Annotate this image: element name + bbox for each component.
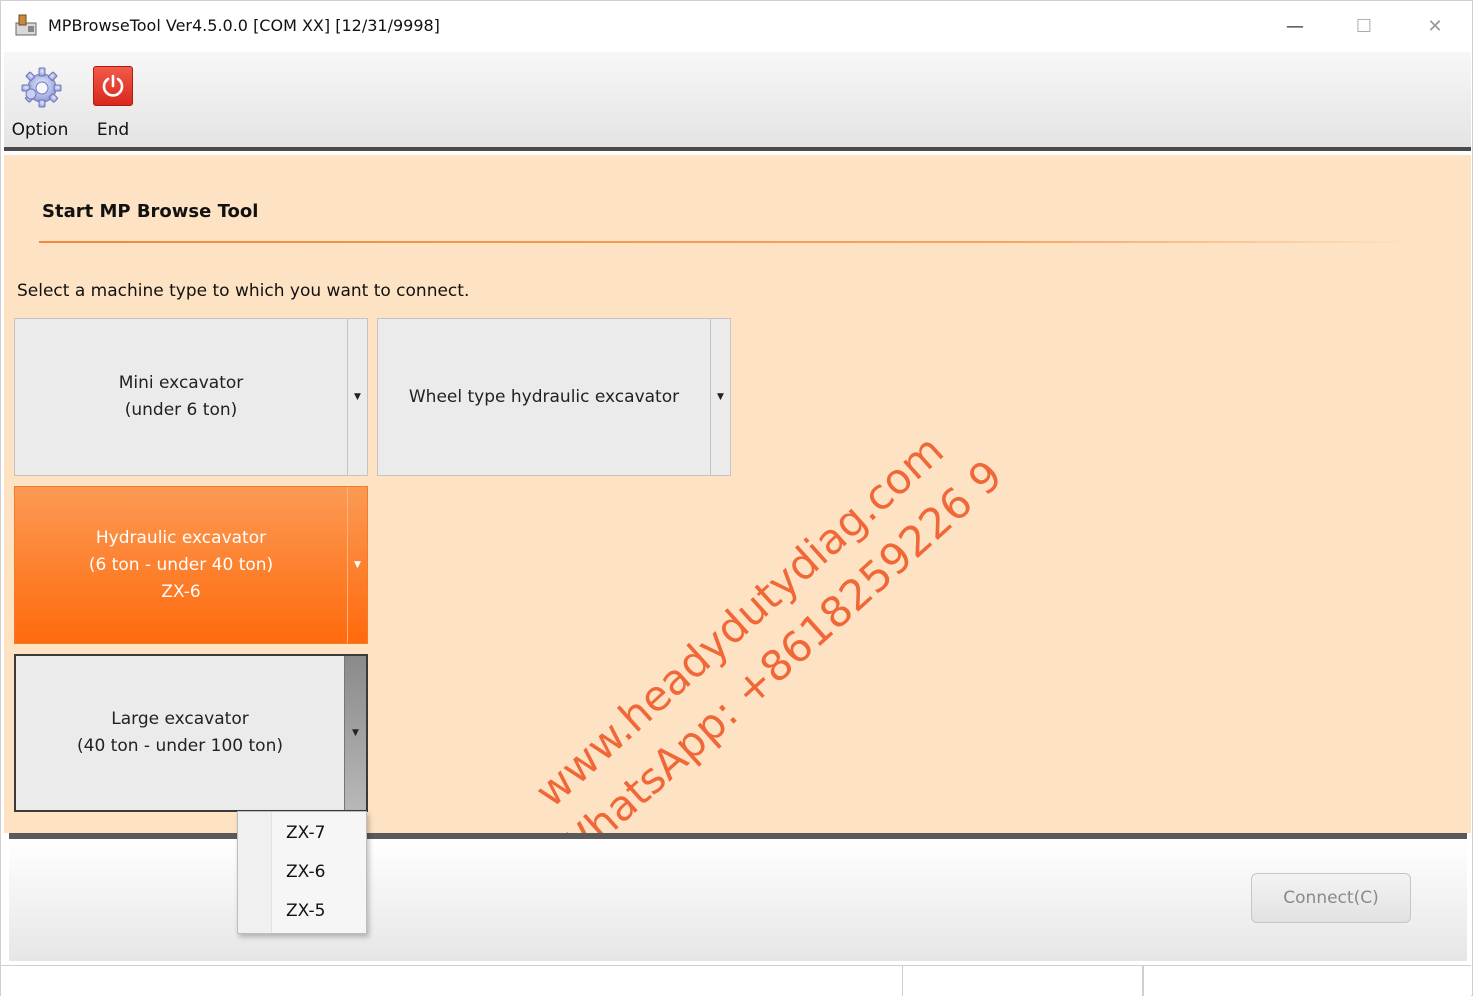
- minimize-button[interactable]: —: [1260, 1, 1330, 51]
- machine-name: Mini excavator: [118, 373, 244, 393]
- machine-name: Hydraulic excavator: [95, 527, 267, 548]
- app-window: MPBrowseTool Ver4.5.0.0 [COM XX] [12/31/…: [0, 0, 1473, 996]
- chevron-down-icon: ▼: [717, 392, 724, 402]
- maximize-icon: ☐: [1355, 15, 1373, 37]
- option-label: Option: [11, 120, 69, 140]
- end-label: End: [96, 120, 130, 140]
- title-divider: [39, 241, 1419, 243]
- machine-label: Large excavator (40 ton - under 100 ton): [16, 656, 344, 810]
- end-icon-wrap: [91, 64, 135, 108]
- connect-button[interactable]: Connect(C): [1251, 873, 1411, 923]
- menu-item-zx-6[interactable]: ZX-6: [286, 862, 325, 882]
- machine-wheel-dropdown-toggle[interactable]: ▼: [710, 319, 730, 475]
- status-cell-middle: [903, 966, 1143, 996]
- main-content: Start MP Browse Tool Select a machine ty…: [4, 155, 1471, 878]
- machine-label: Hydraulic excavator (6 ton - under 40 to…: [15, 487, 347, 643]
- status-cell-main: [1, 966, 903, 996]
- maximize-button[interactable]: ☐: [1329, 1, 1399, 51]
- machine-mini-excavator-button[interactable]: Mini excavator (under 6 ton) ▼: [14, 318, 368, 476]
- menu-item-zx-5[interactable]: ZX-5: [286, 901, 325, 921]
- machine-wheel-excavator-button[interactable]: Wheel type hydraulic excavator ▼: [377, 318, 731, 476]
- instruction-text: Select a machine type to which you want …: [17, 281, 470, 301]
- chevron-down-icon: ▼: [354, 392, 361, 402]
- machine-mini-dropdown-toggle[interactable]: ▼: [347, 319, 367, 475]
- menu-item-zx-7[interactable]: ZX-7: [286, 823, 325, 843]
- status-bar: [1, 965, 1471, 996]
- close-icon: ✕: [1427, 15, 1443, 37]
- model-dropdown-menu: ZX-7 ZX-6 ZX-5: [237, 811, 367, 934]
- option-button[interactable]: Option: [7, 52, 73, 147]
- machine-label: Wheel type hydraulic excavator: [378, 319, 710, 475]
- machine-hydraulic-dropdown-toggle[interactable]: ▼: [347, 487, 367, 643]
- chevron-down-icon: ▼: [354, 560, 361, 570]
- app-icon: [14, 13, 38, 37]
- machine-name: Large excavator: [111, 709, 249, 729]
- bottom-panel: Connect(C): [9, 833, 1467, 961]
- machine-range: (40 ton - under 100 ton): [77, 736, 283, 756]
- machine-name: Wheel type hydraulic excavator: [408, 386, 680, 407]
- gear-icon: [18, 64, 62, 108]
- machine-range: (6 ton - under 40 ton): [88, 554, 274, 575]
- minimize-icon: —: [1286, 15, 1304, 37]
- machine-hydraulic-excavator-button[interactable]: Hydraulic excavator (6 ton - under 40 to…: [14, 486, 368, 644]
- page-title: Start MP Browse Tool: [42, 201, 259, 222]
- chevron-down-icon: ▼: [352, 728, 359, 738]
- menu-gutter: [238, 812, 272, 933]
- end-button[interactable]: End: [86, 52, 140, 147]
- watermark-phone: WhatsApp: +8618259226 9: [544, 450, 1012, 878]
- machine-large-excavator-button[interactable]: Large excavator (40 ton - under 100 ton)…: [14, 654, 368, 812]
- machine-range: (under 6 ton): [124, 400, 238, 420]
- toolbar: Option End: [4, 52, 1471, 151]
- machine-model: ZX-6: [161, 581, 201, 602]
- machine-large-dropdown-toggle[interactable]: ▼: [344, 656, 366, 810]
- close-button[interactable]: ✕: [1400, 1, 1470, 51]
- machine-label: Mini excavator (under 6 ton): [15, 319, 347, 475]
- title-bar: MPBrowseTool Ver4.5.0.0 [COM XX] [12/31/…: [1, 1, 1471, 51]
- window-title: MPBrowseTool Ver4.5.0.0 [COM XX] [12/31/…: [48, 16, 440, 35]
- power-icon: [93, 66, 133, 106]
- status-cell-right: [1143, 966, 1471, 996]
